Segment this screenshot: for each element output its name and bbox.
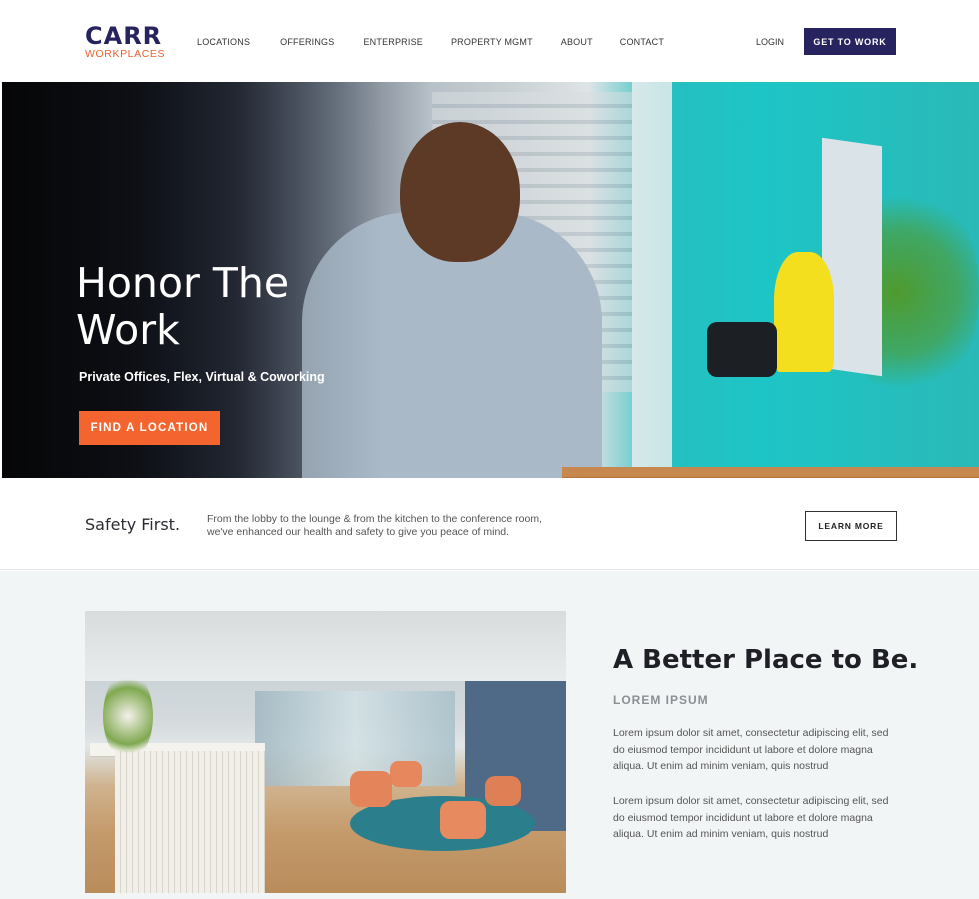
feature-section: A Better Place to Be. LOREM IPSUM Lorem … (0, 571, 979, 899)
feature-paragraph: Lorem ipsum dolor sit amet, consectetur … (613, 727, 889, 772)
nav-link-about[interactable]: ABOUT (561, 37, 593, 47)
hero-vase-image (774, 252, 834, 372)
safety-banner: Safety First. From the lobby to the loun… (0, 478, 979, 570)
hero-phone-image (707, 322, 777, 377)
hero-subtitle: Private Offices, Flex, Virtual & Coworki… (79, 370, 325, 384)
lobby-ceiling (85, 611, 566, 681)
lobby-chair (390, 761, 422, 787)
lobby-chair (350, 771, 392, 807)
login-link[interactable]: LOGIN (756, 37, 784, 47)
reception-desk (115, 751, 265, 893)
nav-link-locations[interactable]: LOCATIONS (197, 37, 250, 47)
main-navigation: LOCATIONS OFFERINGS ENTERPRISE PROPERTY … (197, 37, 664, 47)
carr-workplaces-logo[interactable]: CARR WORKPLACES (85, 24, 175, 60)
nav-link-contact[interactable]: CONTACT (620, 37, 664, 47)
hero-person-head (400, 122, 520, 262)
site-header: CARR WORKPLACES LOCATIONS OFFERINGS ENTE… (0, 0, 979, 82)
orchid-plant (103, 671, 153, 761)
safety-description: From the lobby to the lounge & from the … (207, 513, 543, 538)
learn-more-button[interactable]: LEARN MORE (805, 511, 897, 541)
nav-link-enterprise[interactable]: ENTERPRISE (363, 37, 423, 47)
nav-link-offerings[interactable]: OFFERINGS (280, 37, 334, 47)
feature-title: A Better Place to Be. (613, 645, 919, 675)
safety-title: Safety First. (85, 515, 181, 534)
office-lobby-image (85, 611, 566, 893)
hero-banner: Honor The Work Private Offices, Flex, Vi… (2, 82, 979, 478)
hero-window-frame (632, 82, 672, 478)
get-to-work-button[interactable]: GET TO WORK (804, 28, 896, 55)
find-a-location-button[interactable]: FIND A LOCATION (79, 411, 220, 445)
logo-subtitle: WORKPLACES (85, 48, 166, 60)
lobby-chair (485, 776, 521, 806)
feature-paragraph: Lorem ipsum dolor sit amet, consectetur … (613, 795, 889, 840)
feature-kicker: LOREM IPSUM (613, 693, 709, 707)
hero-title: Honor The Work (76, 259, 290, 354)
logo-wordmark: CARR (85, 22, 163, 50)
nav-link-property-mgmt[interactable]: PROPERTY MGMT (451, 37, 533, 47)
lobby-chair (440, 801, 486, 839)
